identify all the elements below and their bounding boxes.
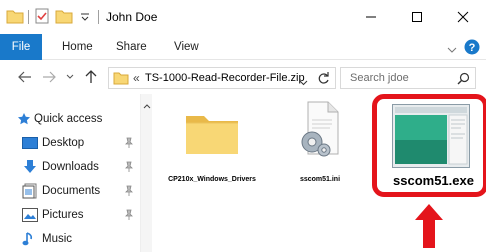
download-icon	[22, 159, 38, 178]
pin-icon[interactable]	[124, 185, 134, 200]
close-button[interactable]	[440, 0, 486, 34]
chevron-down-icon[interactable]	[80, 10, 90, 24]
breadcrumb-path[interactable]: TS-1000-Read-Recorder-File.zip	[145, 72, 305, 84]
up-button[interactable]	[82, 68, 100, 86]
pin-icon[interactable]	[124, 209, 134, 224]
nav-item-quick-access[interactable]: Quick access	[0, 108, 140, 130]
tab-view[interactable]: View	[174, 34, 199, 60]
chevron-down-icon[interactable]	[447, 43, 457, 57]
desktop-icon	[22, 137, 38, 152]
minimize-button[interactable]	[348, 0, 394, 34]
nav-item-label: Documents	[42, 185, 101, 197]
folder-icon	[184, 108, 240, 159]
nav-item-label: Downloads	[42, 161, 99, 173]
search-input[interactable]: Search jdoe	[350, 72, 409, 84]
nav-item-pictures[interactable]: Pictures	[0, 204, 140, 226]
nav-item-label: Music	[42, 233, 73, 245]
maximize-button[interactable]	[394, 0, 440, 34]
pin-icon[interactable]	[124, 137, 134, 152]
address-history-chevron-icon[interactable]	[299, 75, 308, 89]
nav-item-label: Desktop	[42, 137, 85, 149]
settings-file-icon	[298, 98, 342, 161]
nav-item-documents[interactable]: Documents	[0, 180, 140, 202]
highlighted-file-name: sscom51.exe	[393, 173, 474, 188]
file-item-ini[interactable]: sscom51.ini	[288, 98, 352, 188]
svg-text:?: ?	[469, 42, 476, 54]
help-icon[interactable]: ?	[464, 39, 480, 58]
tab-share[interactable]: Share	[116, 34, 147, 60]
nav-item-label: Quick access	[34, 113, 103, 125]
ribbon: File Home Share View ?	[0, 34, 486, 60]
nav-item-music[interactable]: Music	[0, 228, 140, 250]
forward-button[interactable]	[40, 68, 58, 86]
title-bar: John Doe	[0, 0, 486, 34]
star-icon	[17, 112, 31, 129]
scroll-up-icon[interactable]	[143, 98, 151, 112]
tab-file[interactable]: File	[0, 34, 42, 60]
properties-icon[interactable]	[34, 8, 50, 27]
toolbar-separator	[28, 10, 29, 24]
music-icon	[22, 231, 36, 250]
search-icon[interactable]	[457, 72, 470, 88]
file-name: CP210x_Windows_Drivers	[168, 176, 256, 183]
recent-locations-button[interactable]	[64, 68, 76, 86]
window-title: John Doe	[106, 10, 158, 24]
pictures-icon	[22, 208, 38, 225]
address-row: « TS-1000-Read-Recorder-File.zip Search …	[0, 60, 486, 94]
documents-icon	[22, 183, 38, 202]
tab-home[interactable]: Home	[62, 34, 93, 60]
red-arrow-icon	[415, 204, 443, 251]
application-icon	[392, 104, 470, 171]
pin-icon[interactable]	[124, 161, 134, 176]
search-box[interactable]: Search jdoe	[340, 67, 476, 89]
folder-small-icon	[6, 8, 24, 27]
nav-item-desktop[interactable]: Desktop	[0, 132, 140, 154]
nav-item-label: Pictures	[42, 209, 84, 221]
file-item-exe[interactable]	[388, 104, 474, 174]
file-item-folder[interactable]: CP210x_Windows_Drivers	[164, 98, 260, 188]
breadcrumb-overflow[interactable]: «	[133, 71, 140, 85]
address-bar[interactable]: « TS-1000-Read-Recorder-File.zip	[108, 67, 336, 89]
back-button[interactable]	[16, 68, 34, 86]
nav-item-downloads[interactable]: Downloads	[0, 156, 140, 178]
folder-icon	[113, 71, 129, 88]
title-separator	[98, 10, 99, 24]
navigation-pane-scrollbar[interactable]	[140, 94, 152, 252]
navigation-pane: Quick access Desktop Downloads Documents	[0, 94, 152, 252]
file-name: sscom51.ini	[299, 176, 341, 183]
new-folder-icon[interactable]	[55, 8, 73, 27]
refresh-icon[interactable]	[317, 71, 330, 88]
